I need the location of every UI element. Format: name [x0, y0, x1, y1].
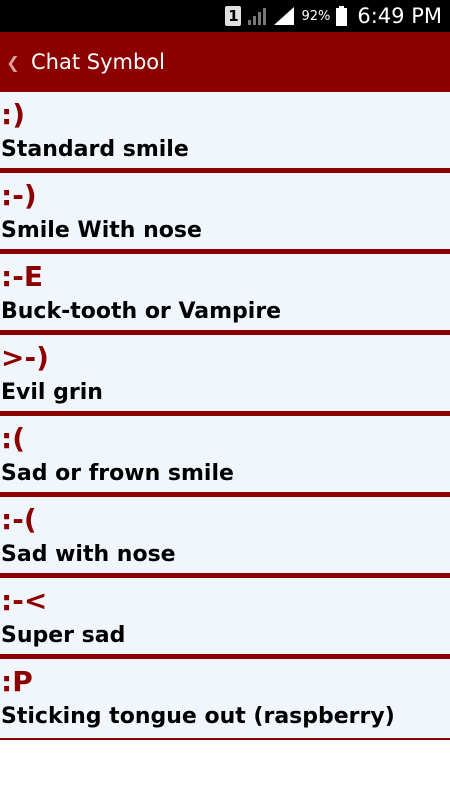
chat-symbol: :-) [1, 179, 37, 212]
list-item[interactable]: :-( Sad with nose [0, 497, 450, 578]
chat-symbol: :) [1, 98, 25, 131]
symbol-meaning: Evil grin [1, 380, 103, 405]
symbol-meaning: Sticking tongue out (raspberry) [1, 704, 395, 729]
page-title: Chat Symbol [31, 50, 165, 74]
battery-percentage: 92% [301, 8, 331, 24]
chat-symbol: :-< [1, 584, 48, 617]
list-item[interactable]: :( Sad or frown smile [0, 416, 450, 497]
list-item[interactable]: >-) Evil grin [0, 335, 450, 416]
symbol-meaning: Standard smile [1, 137, 189, 162]
list-item[interactable]: :-) Smile With nose [0, 173, 450, 254]
chat-symbol: :( [1, 422, 25, 455]
chat-symbol: :-E [1, 260, 43, 293]
divider [0, 738, 450, 740]
status-bar: 1 92% 6:49 PM [0, 0, 450, 32]
sim-indicator: 1 [225, 6, 242, 26]
symbol-list: :) Standard smile :-) Smile With nose :-… [0, 92, 450, 740]
symbol-meaning: Super sad [1, 623, 126, 648]
app-bar: ❮ Chat Symbol [0, 32, 450, 92]
signal-strength-icon [273, 6, 295, 26]
chat-symbol: :P [1, 665, 33, 698]
chat-symbol: >-) [1, 341, 49, 374]
no-signal-icon [247, 6, 267, 26]
chat-symbol: :-( [1, 503, 37, 536]
symbol-meaning: Sad with nose [1, 542, 176, 567]
clock: 6:49 PM [357, 4, 442, 28]
battery-icon [336, 6, 348, 26]
list-item[interactable]: :P Sticking tongue out (raspberry) [0, 659, 450, 740]
symbol-meaning: Smile With nose [1, 218, 202, 243]
chevron-left-icon: ❮ [6, 52, 20, 72]
status-icons: 1 92% 6:49 PM [225, 0, 442, 32]
symbol-meaning: Buck-tooth or Vampire [1, 299, 282, 324]
list-item[interactable]: :-< Super sad [0, 578, 450, 659]
list-item[interactable]: :) Standard smile [0, 92, 450, 173]
list-item[interactable]: :-E Buck-tooth or Vampire [0, 254, 450, 335]
symbol-meaning: Sad or frown smile [1, 461, 234, 486]
back-button[interactable]: ❮ [2, 32, 24, 92]
